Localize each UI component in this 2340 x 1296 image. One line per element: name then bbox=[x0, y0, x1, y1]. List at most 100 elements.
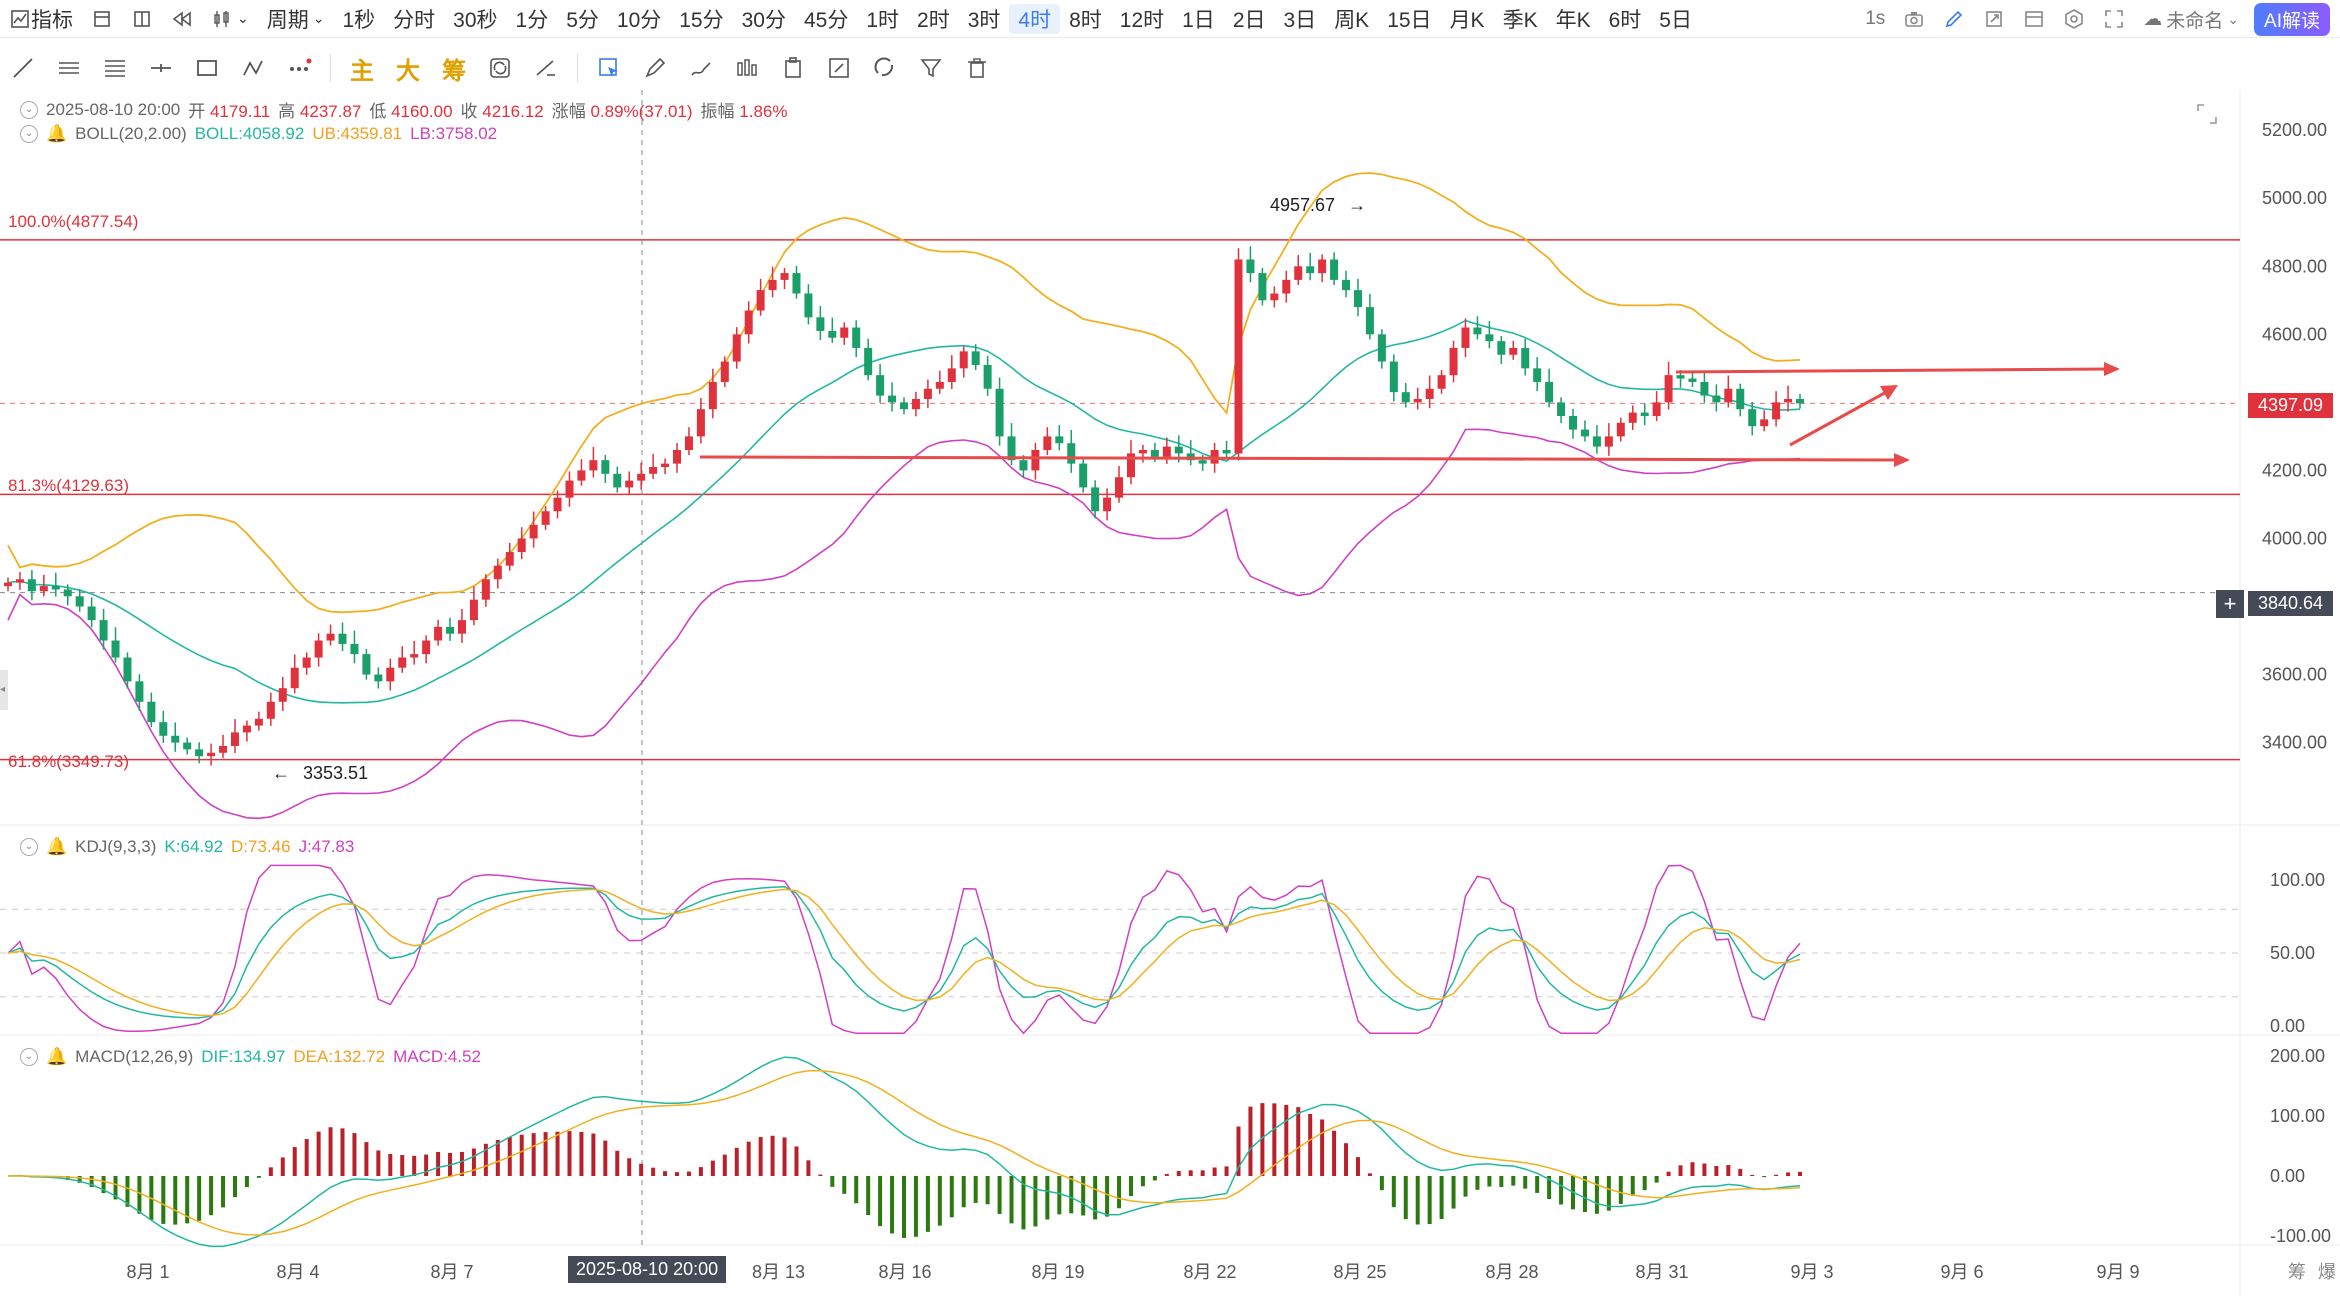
burst-toggle[interactable]: 爆 bbox=[2318, 1258, 2336, 1284]
chart-canvas[interactable]: 5200.005000.004800.004600.004400.004200.… bbox=[0, 0, 2340, 1296]
candle-body bbox=[1557, 402, 1566, 416]
panel-toggle-icon[interactable]: ◂ bbox=[0, 670, 8, 710]
kdj-legend: ⌄ 🔔 KDJ(9,3,3) K:64.92 D:73.46 J:47.83 bbox=[20, 837, 354, 857]
candle-body bbox=[947, 368, 956, 382]
boll-ub: UB:4359.81 bbox=[312, 124, 403, 143]
boll-lb: LB:3758.02 bbox=[410, 124, 498, 143]
candle-body bbox=[1640, 412, 1649, 416]
fib-61-label: 61.8%(3349.73) bbox=[8, 752, 129, 771]
candle-body bbox=[589, 460, 598, 471]
candle-body bbox=[290, 667, 299, 689]
fib-100-label: 100.0%(4877.54) bbox=[8, 212, 139, 231]
candle-body bbox=[1700, 381, 1709, 396]
open-label: 开 bbox=[188, 102, 206, 121]
candle-body bbox=[111, 640, 120, 658]
ohlc-legend: ⌄ 2025-08-10 20:00 开 4179.11 高 4237.87 低… bbox=[20, 97, 787, 122]
candle-body bbox=[1688, 378, 1697, 382]
x-axis-label: 8月 13 bbox=[752, 1262, 805, 1282]
expand-icon[interactable] bbox=[2195, 102, 2219, 126]
candle-body bbox=[1294, 266, 1303, 280]
candle-body bbox=[708, 381, 717, 410]
candle-body bbox=[625, 480, 634, 488]
candle-body bbox=[398, 657, 407, 668]
candle-body bbox=[780, 273, 789, 280]
candle-body bbox=[1748, 409, 1757, 427]
collapse-icon[interactable]: ⌄ bbox=[20, 1048, 38, 1066]
candle-body bbox=[1222, 450, 1231, 454]
macd-axis-label: -100.00 bbox=[2270, 1226, 2331, 1246]
macd-value: MACD:4.52 bbox=[393, 1047, 481, 1066]
candle-body bbox=[159, 722, 168, 736]
x-axis-label: 9月 9 bbox=[2096, 1262, 2139, 1282]
boll-middle-band bbox=[7, 319, 1801, 704]
candle-body bbox=[756, 290, 765, 311]
price-axis-label: 5000.00 bbox=[2262, 188, 2327, 208]
candle-body bbox=[613, 473, 622, 488]
x-axis-label: 8月 7 bbox=[430, 1262, 473, 1282]
candle-body bbox=[1724, 388, 1733, 403]
arrow-head bbox=[1894, 453, 1910, 467]
candle-body bbox=[923, 388, 932, 399]
candle-body bbox=[314, 640, 323, 658]
macd-axis-label: 200.00 bbox=[2270, 1046, 2325, 1066]
price-axis-label: 3600.00 bbox=[2262, 665, 2327, 685]
candle-body bbox=[1150, 450, 1159, 457]
collapse-icon[interactable]: ⌄ bbox=[20, 838, 38, 856]
candle-body bbox=[732, 334, 741, 362]
candle-body bbox=[1067, 443, 1076, 464]
candle-body bbox=[1497, 341, 1506, 355]
macd-dif: DIF:134.97 bbox=[201, 1047, 286, 1066]
candle-body bbox=[1604, 436, 1613, 447]
candle-body bbox=[493, 565, 502, 580]
candle-body bbox=[1473, 327, 1482, 335]
candle-body bbox=[1652, 402, 1661, 416]
candle-body bbox=[1031, 450, 1040, 471]
candle-body bbox=[852, 327, 861, 348]
change-label: 涨幅 bbox=[551, 102, 586, 121]
candle-body bbox=[1258, 273, 1267, 301]
high-annotation: 4957.67 → bbox=[1270, 195, 1367, 215]
candle-body bbox=[1485, 334, 1494, 342]
x-axis-label: 8月 16 bbox=[878, 1262, 931, 1282]
candle-body bbox=[1449, 347, 1458, 376]
x-axis-label: 8月 19 bbox=[1031, 1262, 1084, 1282]
kdj-axis-label: 0.00 bbox=[2270, 1016, 2305, 1036]
macd-axis-label: 100.00 bbox=[2270, 1106, 2325, 1126]
x-axis-label: 8月 4 bbox=[276, 1262, 319, 1282]
low-value: 4160.00 bbox=[391, 102, 453, 121]
candle-body bbox=[386, 667, 395, 682]
kdj-name: KDJ(9,3,3) bbox=[75, 837, 157, 856]
candle-body bbox=[876, 375, 885, 396]
kdj-d: D:73.46 bbox=[231, 837, 291, 856]
candle-body bbox=[469, 599, 478, 621]
bell-icon[interactable]: 🔔 bbox=[46, 124, 67, 144]
candle-body bbox=[4, 582, 12, 587]
price-axis-label: 5200.00 bbox=[2262, 120, 2327, 140]
candle-body bbox=[888, 395, 897, 403]
candle-body bbox=[338, 633, 347, 644]
bell-icon[interactable]: 🔔 bbox=[46, 837, 67, 857]
kdj-j: J:47.83 bbox=[298, 837, 355, 856]
crosshair-price-tag: 3840.64 bbox=[2248, 591, 2334, 616]
high-value: 4237.87 bbox=[299, 102, 362, 121]
candle-body bbox=[1772, 402, 1781, 420]
candle-body bbox=[792, 273, 801, 294]
candle-body bbox=[696, 409, 705, 437]
bell-icon[interactable]: 🔔 bbox=[46, 1047, 67, 1067]
candle-body bbox=[75, 596, 84, 607]
collapse-icon[interactable]: ⌄ bbox=[20, 125, 38, 143]
chip-toggle[interactable]: 筹 bbox=[2288, 1258, 2306, 1284]
candle-body bbox=[1270, 293, 1279, 301]
candle-body bbox=[266, 701, 275, 719]
candle-body bbox=[230, 732, 239, 746]
candle-body bbox=[123, 657, 132, 682]
add-alert-icon[interactable]: + bbox=[2216, 590, 2244, 618]
candle-body bbox=[804, 293, 813, 318]
candle-body bbox=[1365, 307, 1374, 335]
candle-body bbox=[278, 688, 287, 702]
collapse-icon[interactable]: ⌄ bbox=[20, 100, 38, 119]
candle-body bbox=[1043, 436, 1052, 450]
candle-body bbox=[505, 552, 514, 566]
candle-body bbox=[1569, 415, 1578, 430]
low-label: 低 bbox=[369, 102, 387, 121]
